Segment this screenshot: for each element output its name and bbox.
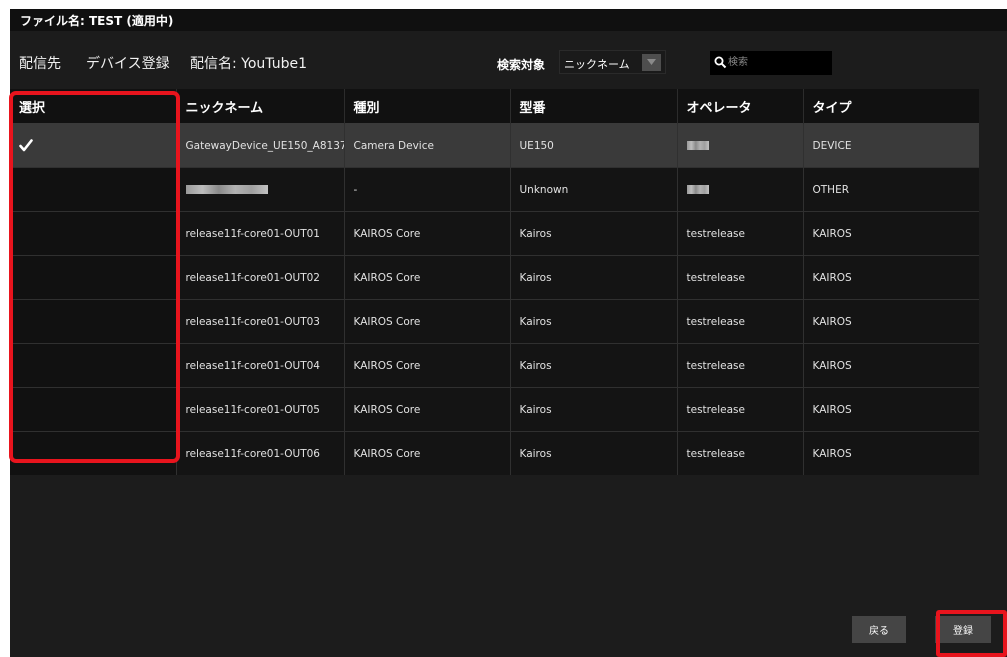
stream-name: 配信名: YouTube1 [190,56,308,72]
nickname-cell [175,167,344,212]
caret-down-icon [647,59,656,65]
nickname-cell: release11f-core01-OUT04 [175,343,344,388]
model-cell: Kairos [509,299,677,344]
type-cell: KAIROS [802,255,979,300]
kind-cell: - [343,167,510,212]
operator-cell: testrelease [676,431,803,475]
select-cell[interactable] [10,255,176,300]
select-cell[interactable] [10,387,176,432]
select-cell[interactable] [10,211,176,256]
type-cell: KAIROS [802,299,979,344]
column-header-kind[interactable]: 種別 [343,89,510,124]
type-cell: KAIROS [802,343,979,388]
search-box[interactable] [710,51,832,75]
nickname-cell: release11f-core01-OUT02 [175,255,344,300]
kind-cell: KAIROS Core [343,255,510,300]
search-target-label: 検索対象 [497,58,546,72]
redacted-nickname [185,185,268,194]
select-cell[interactable] [10,431,176,475]
table-row[interactable]: release11f-core01-OUT03 KAIROS Core Kair… [10,299,979,344]
kind-cell: KAIROS Core [343,211,510,256]
dropdown-button[interactable] [642,54,661,71]
type-cell: OTHER [802,167,979,212]
operator-cell [676,123,803,168]
nickname-cell: release11f-core01-OUT03 [175,299,344,344]
table-row[interactable]: release11f-core01-OUT02 KAIROS Core Kair… [10,255,979,300]
type-cell: KAIROS [802,211,979,256]
select-cell[interactable] [10,167,176,212]
operator-cell: testrelease [676,387,803,432]
model-cell: UE150 [509,123,677,168]
redacted-operator [686,141,709,150]
column-header-model[interactable]: 型番 [509,89,677,124]
table-row[interactable]: release11f-core01-OUT04 KAIROS Core Kair… [10,343,979,388]
search-input[interactable] [726,54,830,71]
device-table: 選択 ニックネーム 種別 型番 オペレータ タイプ GatewayDevice_… [10,89,979,475]
select-cell[interactable] [10,343,176,388]
operator-cell: testrelease [676,343,803,388]
column-header-nickname[interactable]: ニックネーム [175,89,344,124]
table-row[interactable]: - Unknown OTHER [10,167,979,212]
window-title: ファイル名: TEST (適用中) [20,14,174,28]
title-bar: ファイル名: TEST (適用中) [10,9,1007,31]
register-button[interactable]: 登録 [935,616,991,643]
model-cell: Kairos [509,387,677,432]
model-cell: Kairos [509,211,677,256]
operator-cell [676,167,803,212]
type-cell: KAIROS [802,387,979,432]
model-cell: Kairos [509,343,677,388]
destination-label: 配信先 [19,56,61,72]
device-registration-window: ファイル名: TEST (適用中) 配信先 デバイス登録 配信名: YouTub… [10,9,1007,657]
type-cell: KAIROS [802,431,979,475]
type-cell: DEVICE [802,123,979,168]
operator-cell: testrelease [676,255,803,300]
column-header-select[interactable]: 選択 [10,89,176,124]
back-button[interactable]: 戻る [852,616,906,643]
kind-cell: KAIROS Core [343,431,510,475]
table-header-row: 選択 ニックネーム 種別 型番 オペレータ タイプ [10,89,979,124]
search-target-value: ニックネーム [564,58,630,71]
nickname-cell: GatewayDevice_UE150_A81374C [175,123,344,168]
model-cell: Kairos [509,255,677,300]
table-row[interactable]: release11f-core01-OUT06 KAIROS Core Kair… [10,431,979,475]
column-header-type[interactable]: タイプ [802,89,979,124]
model-cell: Unknown [509,167,677,212]
nickname-cell: release11f-core01-OUT06 [175,431,344,475]
select-cell[interactable] [10,299,176,344]
column-header-operator[interactable]: オペレータ [676,89,803,124]
kind-cell: Camera Device [343,123,510,168]
table-row[interactable]: release11f-core01-OUT05 KAIROS Core Kair… [10,387,979,432]
select-cell[interactable] [10,123,176,168]
check-icon [19,139,33,152]
table-row[interactable]: release11f-core01-OUT01 KAIROS Core Kair… [10,211,979,256]
device-register-label: デバイス登録 [86,56,170,72]
table-row[interactable]: GatewayDevice_UE150_A81374C Camera Devic… [10,123,979,168]
operator-cell: testrelease [676,299,803,344]
nickname-cell: release11f-core01-OUT01 [175,211,344,256]
search-target-select[interactable]: ニックネーム [559,50,666,74]
kind-cell: KAIROS Core [343,387,510,432]
kind-cell: KAIROS Core [343,343,510,388]
kind-cell: KAIROS Core [343,299,510,344]
model-cell: Kairos [509,431,677,475]
redacted-operator [686,185,709,194]
operator-cell: testrelease [676,211,803,256]
nickname-cell: release11f-core01-OUT05 [175,387,344,432]
